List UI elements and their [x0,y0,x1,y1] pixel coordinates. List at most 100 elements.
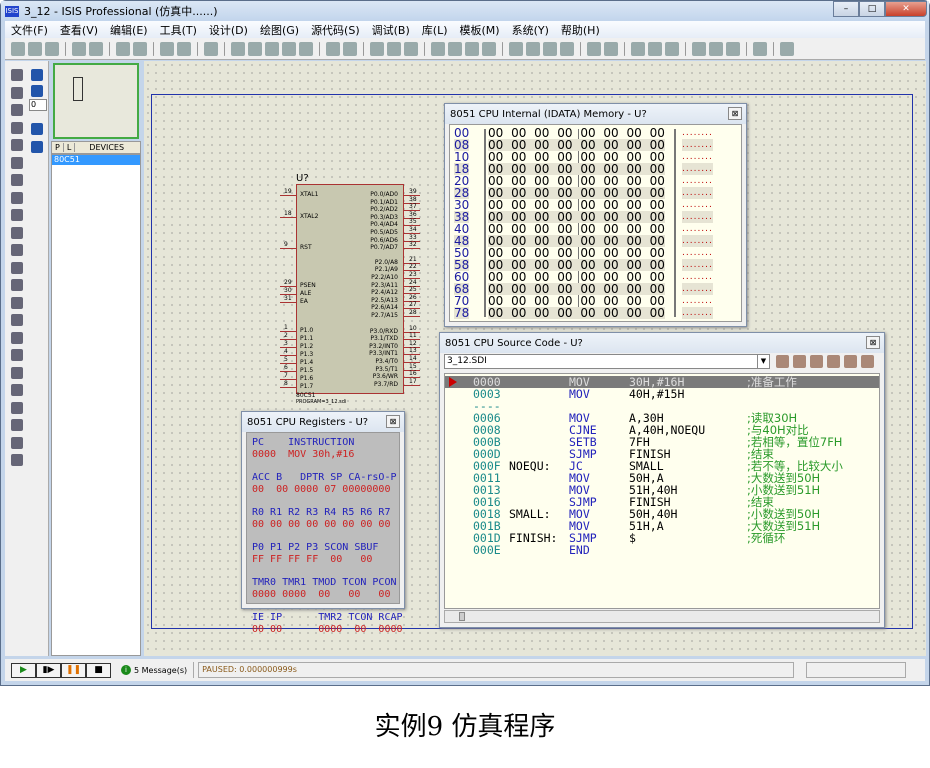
generator-icon[interactable] [11,261,23,274]
text-script-icon[interactable] [11,139,23,151]
voltage-probe-icon[interactable] [11,279,23,291]
virtual-instrument-icon[interactable] [11,314,23,326]
rotation-field[interactable]: 0 [29,99,47,111]
graph-icon[interactable] [11,226,23,239]
make-device-icon[interactable] [526,41,540,56]
menu-item[interactable]: 帮助(H) [555,22,606,38]
circle-icon[interactable] [11,366,23,379]
wire-label-icon[interactable] [11,121,23,134]
run-to-cursor-icon[interactable] [776,355,789,368]
tape-recorder-icon[interactable] [11,244,23,256]
mirror-x-icon[interactable] [31,123,43,135]
paste-icon[interactable] [404,41,418,56]
toggle-breakpoint-icon[interactable] [861,355,874,368]
line-icon[interactable] [11,331,23,344]
print-area-icon[interactable] [133,41,147,56]
subcircuit-icon[interactable] [11,174,23,186]
symbol-icon[interactable] [11,436,23,449]
menu-item[interactable]: 模板(M) [454,22,506,38]
menu-item[interactable]: 文件(F) [5,22,54,38]
block-copy-icon[interactable] [431,41,445,56]
play-button[interactable]: ▶ [11,662,36,678]
menu-item[interactable]: 查看(V) [54,22,104,38]
source-close-button[interactable]: ⊠ [866,336,880,349]
menu-item[interactable]: 绘图(G) [254,22,305,38]
close-button[interactable]: ✕ [885,1,927,17]
messages-indicator[interactable]: i5 Message(s) [115,662,195,678]
bill-of-materials-icon[interactable] [726,41,740,56]
arc-icon[interactable] [11,384,23,396]
source-line[interactable]: 001D FINISH: SJMP $ ;死循环 [445,532,879,544]
block-rotate-icon[interactable] [465,41,479,56]
box-icon[interactable] [11,349,23,361]
remove-sheet-icon[interactable] [665,41,679,56]
zoom-all-icon[interactable] [282,41,296,56]
origin-icon[interactable] [204,41,218,56]
junction-dot-icon[interactable] [11,104,23,116]
source-file-select[interactable]: 3_12.SDI ▼ [444,354,770,369]
pan-icon[interactable] [231,41,245,56]
print-icon[interactable] [116,41,130,56]
menu-item[interactable]: 编辑(E) [104,22,154,38]
registers-close-button[interactable]: ⊠ [386,415,400,428]
zoom-area-icon[interactable] [299,41,313,56]
chevron-down-icon[interactable]: ▼ [757,355,769,368]
selection-icon[interactable] [11,69,23,81]
copy-icon[interactable] [387,41,401,56]
current-probe-icon[interactable] [11,296,23,309]
property-assign-icon[interactable] [631,41,645,56]
pick-icon[interactable] [509,41,523,56]
goto-sheet-icon[interactable] [692,41,706,56]
minimize-button[interactable]: – [833,1,859,17]
stop-button[interactable]: ■ [86,662,111,678]
jump-icon[interactable] [844,355,857,368]
scroll-thumb[interactable] [459,612,465,621]
search-icon[interactable] [604,41,618,56]
terminal-icon[interactable] [11,191,23,204]
redo-icon[interactable] [343,41,357,56]
menu-item[interactable]: 库(L) [416,22,454,38]
pick-device-tab[interactable]: P [52,143,64,152]
export-netlist-icon[interactable] [709,41,723,56]
block-move-icon[interactable] [448,41,462,56]
rotate-cw-icon[interactable] [31,69,43,81]
new-sheet-icon[interactable] [648,41,662,56]
text-icon[interactable] [11,419,23,431]
step-into-icon[interactable] [810,355,823,368]
bus-icon[interactable] [11,156,23,169]
new-icon[interactable] [11,41,25,56]
maximize-button[interactable]: □ [859,1,885,17]
device-pin-icon[interactable] [11,209,23,221]
package-icon[interactable] [543,41,557,56]
rotate-ccw-icon[interactable] [31,85,43,97]
source-line[interactable]: 0003 MOV 40H,#15H [445,388,879,400]
export-icon[interactable] [89,41,103,56]
overview-window[interactable] [53,63,139,139]
import-icon[interactable] [72,41,86,56]
menu-item[interactable]: 调试(B) [366,22,416,38]
mirror-y-icon[interactable] [31,141,43,153]
marker-icon[interactable] [11,454,23,466]
step-over-icon[interactable] [793,355,806,368]
path-icon[interactable] [11,401,23,414]
grid-icon[interactable] [177,41,191,56]
pause-button[interactable]: ❚❚ [61,662,86,678]
decompose-icon[interactable] [560,41,574,56]
menu-item[interactable]: 系统(Y) [506,22,555,38]
electrical-check-icon[interactable] [753,41,767,56]
menu-item[interactable]: 工具(T) [154,22,203,38]
refresh-icon[interactable] [160,41,174,56]
zoom-out-icon[interactable] [265,41,279,56]
ares-icon[interactable] [780,41,794,56]
device-item[interactable]: 80C51 [52,155,140,165]
save-icon[interactable] [45,41,59,56]
cut-icon[interactable] [370,41,384,56]
wire-autoroute-icon[interactable] [587,41,601,56]
open-icon[interactable] [28,41,42,56]
menu-item[interactable]: 设计(D) [203,22,254,38]
block-delete-icon[interactable] [482,41,496,56]
source-line[interactable]: 000E END [445,544,879,556]
step-button[interactable]: ▮▶ [36,662,61,678]
memory-close-button[interactable]: ⊠ [728,107,742,120]
horizontal-scrollbar[interactable] [444,610,880,623]
